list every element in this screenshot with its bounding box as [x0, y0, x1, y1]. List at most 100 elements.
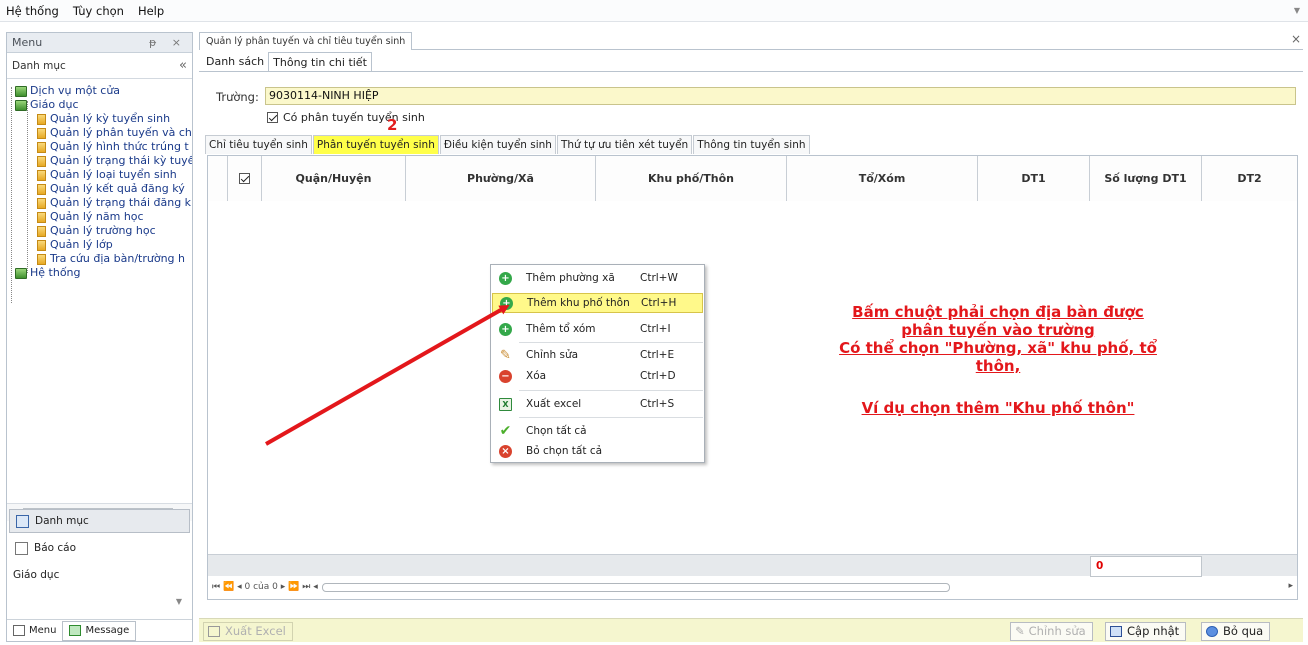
folder-icon	[37, 113, 46, 125]
col-phuong-xa[interactable]: Phường/Xã	[406, 156, 596, 201]
folder-icon	[37, 169, 46, 181]
last-page-icon[interactable]: ⏭	[302, 582, 310, 592]
tree-item[interactable]: Quản lý hình thức trúng t	[37, 140, 189, 154]
folder-icon	[37, 183, 46, 195]
bo-qua-button[interactable]: Bỏ qua	[1201, 622, 1271, 641]
tree-item[interactable]: Quản lý năm học	[37, 210, 144, 224]
chevron-down-icon[interactable]: ▼	[1294, 6, 1300, 15]
tree-item[interactable]: Quản lý kết quả đăng ký	[37, 182, 185, 196]
prev-page-icon[interactable]: ⏪	[223, 582, 234, 592]
check-icon: ✔	[499, 422, 512, 439]
grid-header: Quận/Huyện Phường/Xã Khu phố/Thôn Tổ/Xóm…	[208, 156, 1297, 201]
menu-xuat-excel[interactable]: X Xuất excel Ctrl+S	[492, 394, 703, 414]
cap-nhat-button[interactable]: Cập nhật	[1105, 622, 1187, 641]
save-icon	[1110, 626, 1122, 637]
menu-tuy-chon[interactable]: Tùy chọn	[73, 4, 124, 18]
chinh-sua-button[interactable]: ✎ Chỉnh sửa	[1010, 622, 1093, 641]
tree-item[interactable]: Quản lý loại tuyển sinh	[37, 168, 177, 182]
pencil-icon: ✎	[1015, 624, 1025, 638]
report-icon	[15, 541, 28, 555]
grid-hscrollbar[interactable]	[321, 582, 950, 592]
row-indicator-header	[208, 156, 228, 201]
next-icon[interactable]: ▸	[281, 582, 286, 592]
tree-item[interactable]: Quản lý trạng thái kỳ tuyể	[37, 154, 192, 168]
add-icon: +	[499, 271, 512, 285]
pin-close-icon[interactable]: ᵽ ×	[149, 36, 187, 49]
first-page-icon[interactable]: ⏮	[212, 582, 220, 592]
menu-chon-tat-ca[interactable]: ✔ Chọn tất cả	[492, 421, 703, 441]
truong-field[interactable]: 9030114-NINH HIỆP	[265, 87, 1296, 105]
tree-item[interactable]: Quản lý phân tuyến và ch	[37, 126, 192, 140]
menu-he-thong[interactable]: Hệ thống	[6, 4, 59, 18]
menu-them-khu-pho-thon[interactable]: + Thêm khu phố thôn Ctrl+H	[492, 293, 703, 313]
scroll-left-icon[interactable]: ◂	[313, 582, 318, 592]
tree-node-giao-duc[interactable]: Giáo dục	[15, 98, 79, 112]
grid-pager: ⏮ ⏪ ◂ 0 của 0 ▸ ⏩ ⏭ ◂ ▸	[208, 577, 1297, 597]
tab-thong-tin-chi-tiet[interactable]: Thông tin chi tiết	[268, 52, 372, 72]
select-all-checkbox[interactable]	[228, 156, 262, 201]
menu-icon	[13, 625, 25, 636]
col-dt2[interactable]: DT2	[1202, 156, 1297, 201]
checkbox-checked-icon[interactable]	[267, 112, 278, 123]
xuat-excel-button[interactable]: Xuất Excel	[203, 622, 293, 641]
menu-tree: Dịch vụ một cửa Giáo dục Quản lý kỳ tuyể…	[7, 81, 192, 501]
col-khu-pho-thon[interactable]: Khu phố/Thôn	[596, 156, 787, 201]
category-header: Danh mục «	[7, 53, 192, 79]
tree-node-he-thong[interactable]: Hệ thống	[15, 266, 81, 280]
prev-icon[interactable]: ◂	[237, 582, 242, 592]
col-dt1[interactable]: DT1	[978, 156, 1090, 201]
add-icon: +	[500, 296, 513, 310]
undo-icon	[1206, 626, 1218, 637]
tab-phan-tuyen[interactable]: Phân tuyến tuyển sinh	[312, 135, 439, 154]
close-icon[interactable]: ×	[1291, 32, 1301, 46]
grid-footer: 0	[208, 554, 1297, 577]
bao-cao-button[interactable]: Báo cáo	[9, 536, 190, 560]
panel-bottom-tabs: Menu Message	[7, 619, 192, 641]
menu-help[interactable]: Help	[138, 4, 164, 18]
annotation-text: Bấm chuột phải chọn địa bàn được phân tu…	[839, 303, 1157, 417]
tree-item[interactable]: Quản lý trường học	[37, 224, 156, 238]
menubar: Hệ thống Tùy chọn Help ▼	[0, 0, 1308, 22]
left-menu-panel: Menu ᵽ × Danh mục « Dịch vụ một cửa Giáo…	[6, 32, 193, 642]
step-marker: 2	[387, 116, 398, 134]
tree-item[interactable]: Quản lý kỳ tuyển sinh	[37, 112, 170, 126]
truong-label: Trường:	[216, 90, 259, 104]
folder-icon	[37, 141, 46, 153]
menu-them-phuong-xa[interactable]: + Thêm phường xã Ctrl+W	[492, 268, 703, 288]
tab-menu[interactable]: Menu	[7, 621, 62, 641]
collapse-icon[interactable]: «	[179, 58, 187, 73]
menu-bo-chon-tat-ca[interactable]: × Bỏ chọn tất cả	[492, 441, 703, 461]
tab-thu-tu-uu-tien[interactable]: Thứ tự ưu tiên xét tuyển	[556, 135, 693, 154]
tab-thong-tin-tuyen-sinh[interactable]: Thông tin tuyển sinh	[693, 135, 810, 154]
list-icon	[16, 514, 29, 528]
tree-item[interactable]: Quản lý trạng thái đăng k	[37, 196, 191, 210]
menu-xoa[interactable]: − Xóa Ctrl+D	[492, 366, 703, 386]
document-tabbar: Quản lý phân tuyến và chỉ tiêu tuyển sin…	[199, 32, 1303, 50]
col-quan-huyen[interactable]: Quận/Huyện	[262, 156, 406, 201]
tree-item[interactable]: Quản lý lớp	[37, 238, 113, 252]
scroll-right-icon[interactable]: ▸	[1288, 581, 1293, 591]
tab-danh-sach[interactable]: Danh sách	[202, 52, 268, 72]
folder-icon	[37, 225, 46, 237]
tab-dieu-kien[interactable]: Điều kiện tuyển sinh	[439, 135, 556, 154]
tab-message[interactable]: Message	[62, 620, 137, 641]
co-phan-tuyen-checkbox[interactable]: Có phân tuyến tuyển sinh	[267, 111, 425, 124]
tree-node-dich-vu[interactable]: Dịch vụ một cửa	[15, 84, 120, 98]
folder-icon	[37, 239, 46, 251]
checkbox-checked-icon[interactable]	[239, 173, 250, 184]
menu-chinh-sua[interactable]: ✎ Chỉnh sửa Ctrl+E	[492, 345, 703, 365]
tab-chi-tieu[interactable]: Chỉ tiêu tuyển sinh	[205, 135, 312, 154]
col-so-luong-dt1[interactable]: Số lượng DT1	[1090, 156, 1202, 201]
folder-icon	[37, 197, 46, 209]
document-tab[interactable]: Quản lý phân tuyến và chỉ tiêu tuyển sin…	[199, 32, 413, 50]
database-icon	[15, 267, 27, 279]
menu-them-to-xom[interactable]: + Thêm tổ xóm Ctrl+I	[492, 319, 703, 339]
next-page-icon[interactable]: ⏩	[288, 582, 299, 592]
context-menu: + Thêm phường xã Ctrl+W + Thêm khu phố t…	[490, 264, 705, 463]
giao-duc-button[interactable]: Giáo dục	[7, 563, 188, 587]
danh-muc-button[interactable]: Danh mục	[9, 509, 190, 533]
tree-item[interactable]: Tra cứu địa bàn/trường h	[37, 252, 185, 266]
col-to-xom[interactable]: Tổ/Xóm	[787, 156, 978, 201]
folder-icon	[37, 155, 46, 167]
chevron-down-icon[interactable]: ▼	[9, 589, 190, 613]
